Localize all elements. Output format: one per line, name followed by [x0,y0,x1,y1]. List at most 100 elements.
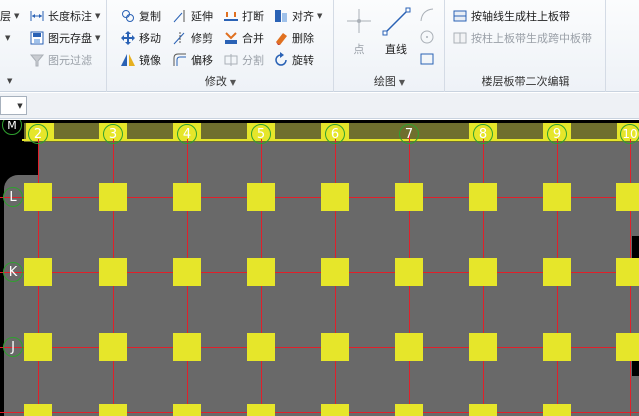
draw-group-title: 绘图 [373,75,396,88]
column[interactable] [24,183,52,211]
column[interactable] [395,404,423,416]
column[interactable] [173,183,201,211]
filter-icon [29,52,45,68]
split-icon [223,52,239,68]
element-filter-label: 图元过滤 [48,54,92,67]
break-button[interactable]: 打断 [223,7,264,25]
column[interactable] [321,404,349,416]
column[interactable] [173,258,201,286]
axis-bubble-y[interactable]: M [2,120,22,135]
column[interactable] [321,258,349,286]
column[interactable] [173,404,201,416]
element-filter-button[interactable]: 图元过滤 [29,51,92,69]
column[interactable] [543,333,571,361]
chevron-down-icon: ▼ [5,34,11,42]
mirror-button[interactable]: 镜像 [120,51,161,69]
point-button[interactable]: 点 [343,6,375,60]
span-strip-icon [452,30,468,46]
gen-span-strip-button[interactable]: 按柱上板带生成跨中板带 [452,29,592,47]
group-dropdown[interactable]: ▼ [4,72,12,90]
layer-button[interactable]: 层 ▼ [0,7,19,25]
column[interactable] [543,404,571,416]
axis-bubble-x[interactable]: 6 [325,124,345,144]
rotate-button[interactable]: 旋转 [273,51,314,69]
length-dim-label: 长度标注 [48,10,92,23]
column[interactable] [99,333,127,361]
column[interactable] [321,183,349,211]
axis-bubble-x[interactable]: 10 [620,124,639,144]
extend-button[interactable]: 延伸 [172,7,213,25]
column[interactable] [395,183,423,211]
dropdown-arrow-button[interactable]: ▼ [2,29,10,47]
column[interactable] [395,333,423,361]
column[interactable] [247,333,275,361]
align-icon [273,8,289,24]
chevron-down-icon: ▼ [7,77,13,85]
column[interactable] [469,183,497,211]
column[interactable] [247,258,275,286]
circle-icon [420,30,434,44]
column[interactable] [173,333,201,361]
merge-button[interactable]: 合并 [223,29,264,47]
gen-column-strip-button[interactable]: 按轴线生成柱上板带 [452,7,570,25]
axis-bubble-x[interactable]: 2 [28,124,48,144]
column[interactable] [616,333,639,361]
axis-bubble-y[interactable]: J [3,337,23,357]
axis-bubble-x[interactable]: 7 [399,124,419,144]
column[interactable] [616,183,639,211]
ribbon-group-floor-slab: 按轴线生成柱上板带 按柱上板带生成跨中板带 楼层板带二次编辑 [446,0,606,92]
axis-bubble-x[interactable]: 4 [177,124,197,144]
column[interactable] [543,258,571,286]
line-icon [382,7,411,36]
column[interactable] [99,404,127,416]
axis-bubble-x[interactable]: 8 [473,124,493,144]
column[interactable] [469,333,497,361]
element-save-button[interactable]: 图元存盘 ▼ [29,29,100,47]
offset-button[interactable]: 偏移 [172,51,213,69]
column[interactable] [543,183,571,211]
move-button[interactable]: 移动 [120,29,161,47]
axis-bubble-x[interactable]: 3 [103,124,123,144]
point-icon [347,9,371,33]
extend-icon [172,8,188,24]
chevron-down-icon: ▼ [229,78,237,87]
column[interactable] [247,183,275,211]
align-button[interactable]: 对齐 ▼ [273,7,322,25]
column[interactable] [321,333,349,361]
extend-label: 延伸 [191,10,213,23]
gen-column-strip-label: 按轴线生成柱上板带 [471,10,570,23]
column[interactable] [395,258,423,286]
column[interactable] [24,258,52,286]
align-label: 对齐 [292,10,314,23]
rectangle-button[interactable] [419,51,435,67]
copy-label: 复制 [139,10,161,23]
column[interactable] [469,258,497,286]
column[interactable] [616,258,639,286]
line-button[interactable]: 直线 [377,6,415,60]
floor-combo[interactable]: ▼ [0,96,27,115]
axis-bubble-y[interactable]: K [3,262,23,282]
trim-icon [172,30,188,46]
trim-button[interactable]: 修剪 [172,29,213,47]
drawing-canvas[interactable]: 2 3 4 5 6 7 8 9 10 M L K J [0,120,639,416]
column[interactable] [99,183,127,211]
eraser-icon [273,30,289,46]
copy-button[interactable]: 复制 [120,7,161,25]
axis-bubble-y[interactable]: L [3,187,23,207]
column[interactable] [99,258,127,286]
column[interactable] [247,404,275,416]
offset-icon [172,52,188,68]
column[interactable] [24,333,52,361]
trim-label: 修剪 [191,32,213,45]
length-dim-button[interactable]: 长度标注 ▼ [29,7,100,25]
column[interactable] [469,404,497,416]
split-button[interactable]: 分割 [223,51,264,69]
axis-bubble-x[interactable]: 5 [251,124,271,144]
arc-button[interactable] [419,7,435,23]
column[interactable] [24,404,52,416]
circle-button[interactable] [419,29,435,45]
quick-toolbar: ▼ [0,93,639,119]
axis-bubble-x[interactable]: 9 [547,124,567,144]
modify-group-title: 修改 [204,75,227,88]
delete-button[interactable]: 删除 [273,29,314,47]
